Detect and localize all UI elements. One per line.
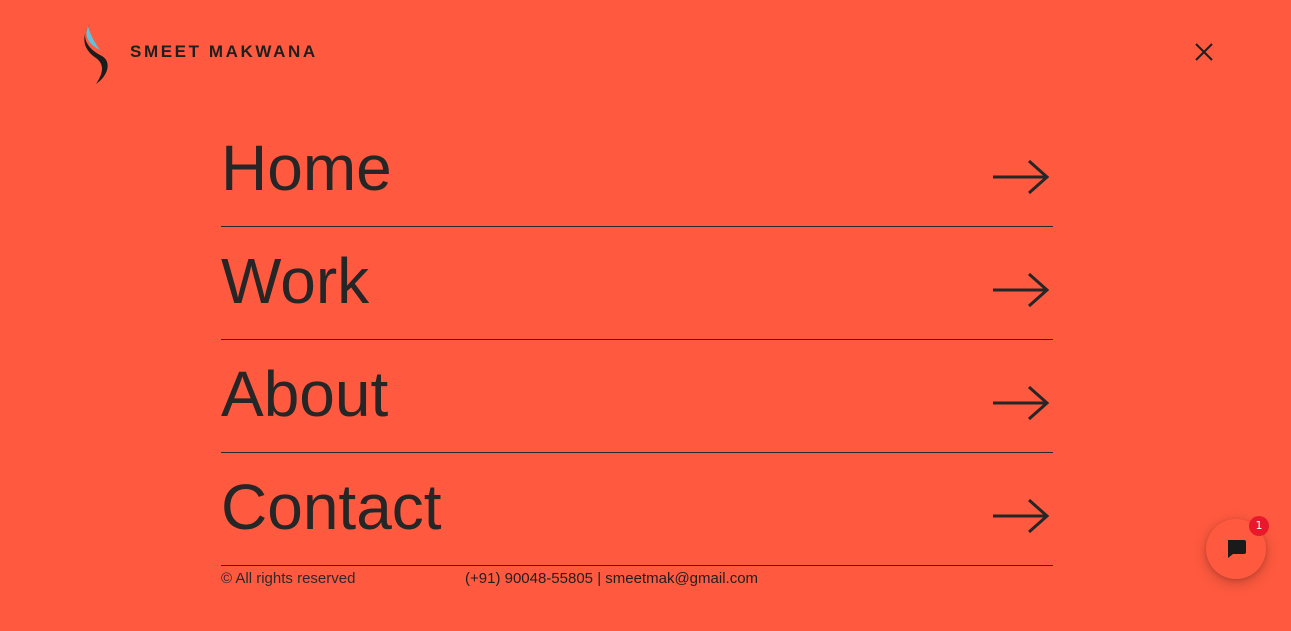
menu-item-about[interactable]: About (221, 340, 1053, 453)
swoosh-logo-icon (84, 24, 108, 84)
arrow-right-icon (993, 385, 1050, 421)
menu-item-home[interactable]: Home (221, 114, 1053, 227)
contact-separator: | (593, 570, 606, 587)
phone-link[interactable]: (+91) 90048-55805 (465, 570, 593, 587)
menu-item-label: Home (221, 132, 392, 204)
email-link[interactable]: smeetmak@gmail.com (605, 570, 758, 587)
contact-info: (+91) 90048-55805 | smeetmak@gmail.com (465, 570, 758, 587)
arrow-right-icon (993, 498, 1050, 534)
copyright-text: © All rights reserved (221, 570, 356, 587)
menu-footer: © All rights reserved (+91) 90048-55805 … (221, 570, 1053, 590)
chat-notification-badge: 1 (1249, 516, 1269, 536)
arrow-right-icon (993, 159, 1050, 195)
chat-bubble-icon (1228, 540, 1246, 558)
menu-item-contact[interactable]: Contact (221, 453, 1053, 566)
menu-item-label: Work (221, 245, 370, 317)
menu-item-work[interactable]: Work (221, 227, 1053, 340)
brand-logo-link[interactable]: SMEET MAKWANA (78, 22, 318, 86)
close-menu-button[interactable] (1190, 38, 1218, 66)
close-icon (1195, 43, 1213, 61)
brand-name: SMEET MAKWANA (130, 42, 318, 61)
arrow-right-icon (993, 272, 1050, 308)
site-header: SMEET MAKWANA (0, 0, 1291, 104)
main-menu: Home Work About Contact (221, 114, 1053, 566)
menu-item-label: Contact (221, 471, 442, 543)
menu-item-label: About (221, 358, 389, 430)
